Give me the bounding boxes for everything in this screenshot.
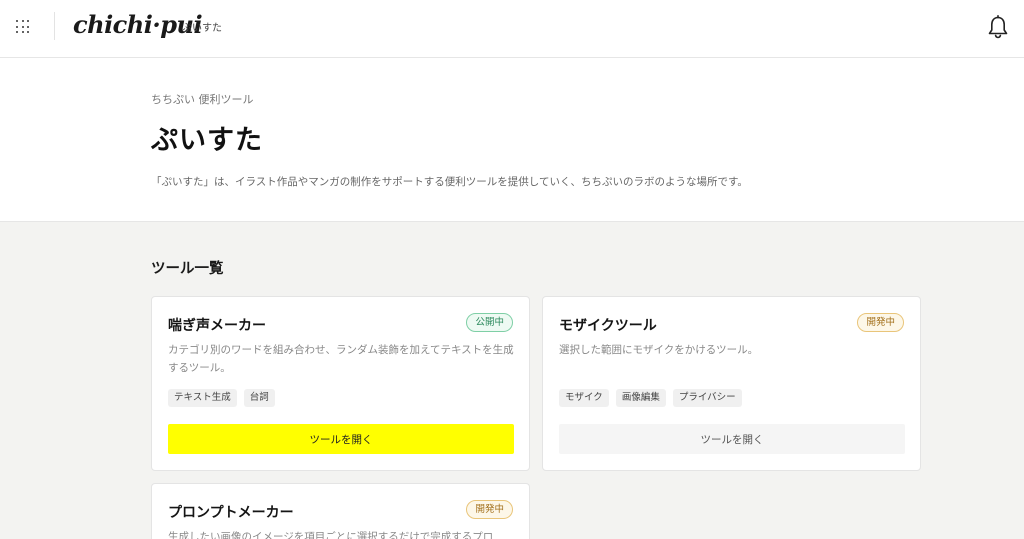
page-title: ぷいすた: [151, 125, 263, 156]
tool-card-title: 喘ぎ声メーカー: [168, 318, 266, 334]
tool-card-tags: テキスト生成 台詞: [168, 389, 275, 407]
tool-card-tags: モザイク 画像編集 プライバシー: [559, 389, 742, 407]
tool-card-prompt-maker: プロンプトメーカー 開発中 生成したい画像のイメージを項目ごとに選択するだけで完…: [151, 483, 530, 539]
status-badge: 公開中: [466, 313, 513, 332]
site-logo-subtitle: ぷいすた: [182, 23, 222, 34]
tool-card-title: プロンプトメーカー: [168, 505, 294, 521]
tag[interactable]: プライバシー: [672, 389, 742, 407]
tool-card-title: モザイクツール: [559, 318, 657, 334]
hero-section: ちちぷい 便利ツール ぷいすた 「ぷいすた」は、イラスト作品やマンガの制作をサポ…: [0, 58, 1024, 222]
tool-card-mosaic: モザイクツール 開発中 選択した範囲にモザイクをかけるツール。 モザイク 画像編…: [542, 296, 921, 471]
open-tool-button[interactable]: ツールを開く: [168, 424, 514, 454]
header-divider: [54, 12, 55, 40]
breadcrumb[interactable]: ちちぷい 便利ツール: [151, 91, 254, 107]
top-header: chichi·pui ぷいすた: [0, 0, 1024, 58]
tool-card-description: カテゴリ別のワードを組み合わせ、ランダム装飾を加えてテキストを生成するツール。: [168, 344, 514, 374]
tag[interactable]: 画像編集: [615, 389, 666, 407]
bell-icon[interactable]: [987, 15, 1009, 39]
tag[interactable]: モザイク: [559, 389, 609, 407]
tag[interactable]: テキスト生成: [168, 389, 237, 407]
tool-card-description: 生成したい画像のイメージを項目ごとに選択するだけで完成するプロ: [168, 531, 494, 539]
page-description: 「ぷいすた」は、イラスト作品やマンガの制作をサポートする便利ツールを提供していく…: [151, 176, 748, 188]
tool-card-description: 選択した範囲にモザイクをかけるツール。: [559, 344, 759, 356]
status-badge: 開発中: [857, 313, 904, 332]
status-badge: 開発中: [466, 500, 513, 519]
tool-card-voice-maker: 喘ぎ声メーカー 公開中 カテゴリ別のワードを組み合わせ、ランダム装飾を加えてテキ…: [151, 296, 530, 471]
app-grid-icon[interactable]: [16, 20, 30, 34]
open-tool-button[interactable]: ツールを開く: [559, 424, 905, 454]
tool-list-heading: ツール一覧: [151, 261, 224, 277]
tag[interactable]: 台詞: [243, 389, 275, 407]
